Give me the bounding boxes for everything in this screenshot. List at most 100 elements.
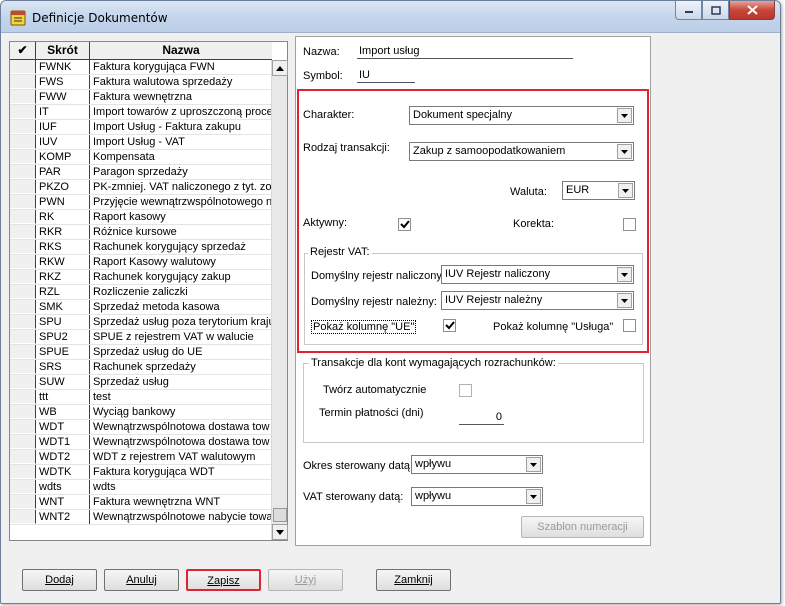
row-check-cell[interactable] bbox=[10, 480, 36, 494]
row-check-cell[interactable] bbox=[10, 90, 36, 104]
row-check-cell[interactable] bbox=[10, 225, 36, 239]
list-item[interactable]: SPU Sprzedaż usług poza terytorium kraju bbox=[10, 315, 272, 330]
list-item[interactable]: WB Wyciąg bankowy bbox=[10, 405, 272, 420]
nazwa-field[interactable]: Import usług bbox=[357, 44, 573, 59]
row-check-cell[interactable] bbox=[10, 240, 36, 254]
row-check-cell[interactable] bbox=[10, 315, 36, 329]
list-item[interactable]: SUW Sprzedaż usług bbox=[10, 375, 272, 390]
header-code[interactable]: Skrót bbox=[36, 42, 90, 59]
zapisz-label: Zapisz bbox=[207, 575, 240, 587]
row-check-cell[interactable] bbox=[10, 330, 36, 344]
row-check-cell[interactable] bbox=[10, 105, 36, 119]
row-check-cell[interactable] bbox=[10, 495, 36, 509]
row-check-cell[interactable] bbox=[10, 300, 36, 314]
list-item[interactable]: SPUE Sprzedaż usług do UE bbox=[10, 345, 272, 360]
row-check-cell[interactable] bbox=[10, 255, 36, 269]
maximize-icon bbox=[710, 5, 721, 15]
header-name[interactable]: Nazwa bbox=[90, 42, 272, 59]
row-check-cell[interactable] bbox=[10, 75, 36, 89]
row-check-cell[interactable] bbox=[10, 345, 36, 359]
list-item[interactable]: IUV Import Usług - VAT bbox=[10, 135, 272, 150]
list-item[interactable]: RK Raport kasowy bbox=[10, 210, 272, 225]
list-item[interactable]: WDT2 WDT z rejestrem VAT walutowym bbox=[10, 450, 272, 465]
row-check-cell[interactable] bbox=[10, 420, 36, 434]
list-item[interactable]: RKS Rachunek korygujący sprzedaż bbox=[10, 240, 272, 255]
okres-select[interactable]: wpływu bbox=[411, 455, 543, 474]
usluga-column-checkbox[interactable] bbox=[623, 319, 636, 332]
row-check-cell[interactable] bbox=[10, 375, 36, 389]
row-check-cell[interactable] bbox=[10, 270, 36, 284]
termin-field[interactable]: 0 bbox=[459, 410, 504, 425]
row-check-cell[interactable] bbox=[10, 210, 36, 224]
row-check-cell[interactable] bbox=[10, 120, 36, 134]
close-button[interactable] bbox=[729, 1, 775, 20]
row-check-cell[interactable] bbox=[10, 195, 36, 209]
szablon-numeracji-button[interactable]: Szablon numeracji bbox=[521, 516, 644, 538]
charakter-select[interactable]: Dokument specjalny bbox=[409, 106, 634, 125]
row-check-cell[interactable] bbox=[10, 390, 36, 404]
row-check-cell[interactable] bbox=[10, 60, 36, 74]
list-item[interactable]: FWNK Faktura korygująca FWN bbox=[10, 60, 272, 75]
row-check-cell[interactable] bbox=[10, 180, 36, 194]
list-item[interactable]: PAR Paragon sprzedaży bbox=[10, 165, 272, 180]
list-item[interactable]: FWS Faktura walutowa sprzedaży bbox=[10, 75, 272, 90]
waluta-select[interactable]: EUR bbox=[562, 181, 635, 200]
list-item[interactable]: wdts wdts bbox=[10, 480, 272, 495]
list-item[interactable]: SPU2 SPUE z rejestrem VAT w walucie bbox=[10, 330, 272, 345]
list-item[interactable]: RZL Rozliczenie zaliczki bbox=[10, 285, 272, 300]
list-item[interactable]: WNT2 Wewnątrzwspólnotowe nabycie towa bbox=[10, 510, 272, 525]
row-check-cell[interactable] bbox=[10, 150, 36, 164]
list-item[interactable]: WDT1 Wewnątrzwspólnotowa dostawa tow bbox=[10, 435, 272, 450]
rodzaj-select[interactable]: Zakup z samoopodatkowaniem bbox=[409, 142, 634, 161]
row-check-cell[interactable] bbox=[10, 465, 36, 479]
row-check-cell[interactable] bbox=[10, 165, 36, 179]
list-item[interactable]: WDTK Faktura korygująca WDT bbox=[10, 465, 272, 480]
uzyj-button[interactable]: Użyj bbox=[268, 569, 343, 591]
list-item[interactable]: RKR Różnice kursowe bbox=[10, 225, 272, 240]
symbol-field[interactable]: IU bbox=[357, 68, 415, 83]
ue-column-checkbox[interactable] bbox=[443, 319, 456, 332]
row-check-cell[interactable] bbox=[10, 435, 36, 449]
row-code: IUF bbox=[36, 120, 90, 134]
row-check-cell[interactable] bbox=[10, 285, 36, 299]
scroll-up-button[interactable] bbox=[272, 60, 288, 76]
list-item[interactable]: KOMP Kompensata bbox=[10, 150, 272, 165]
charakter-value: Dokument specjalny bbox=[413, 109, 513, 121]
list-item[interactable]: RKW Raport Kasowy walutowy bbox=[10, 255, 272, 270]
scroll-thumb[interactable] bbox=[273, 508, 287, 522]
korekta-checkbox[interactable] bbox=[623, 218, 636, 231]
list-scrollbar[interactable] bbox=[271, 60, 288, 540]
aktywny-checkbox[interactable] bbox=[398, 218, 411, 231]
list-item[interactable]: WNT Faktura wewnętrzna WNT bbox=[10, 495, 272, 510]
anuluj-button[interactable]: Anuluj bbox=[104, 569, 179, 591]
nalezny-select[interactable]: IUV Rejestr należny bbox=[441, 291, 634, 310]
row-check-cell[interactable] bbox=[10, 450, 36, 464]
list-item[interactable]: PWN Przyjęcie wewnątrzwspólnotowego n bbox=[10, 195, 272, 210]
header-check[interactable]: ✔ bbox=[10, 42, 36, 59]
list-item[interactable]: IUF Import Usług - Faktura zakupu bbox=[10, 120, 272, 135]
row-check-cell[interactable] bbox=[10, 135, 36, 149]
dodaj-button[interactable]: Dodaj bbox=[22, 569, 97, 591]
naliczony-select[interactable]: IUV Rejestr naliczony bbox=[441, 265, 634, 284]
row-name: Sprzedaż usług poza terytorium kraju bbox=[93, 316, 272, 328]
document-list[interactable]: ✔ Skrót Nazwa FWNK Faktura korygująca FWN… bbox=[9, 41, 288, 541]
tworz-checkbox[interactable] bbox=[459, 384, 472, 397]
list-item[interactable]: RKZ Rachunek korygujący zakup bbox=[10, 270, 272, 285]
list-item[interactable]: PKZO PK-zmniej. VAT naliczonego z tyt. zo… bbox=[10, 180, 272, 195]
maximize-button[interactable] bbox=[702, 1, 729, 20]
scroll-down-button[interactable] bbox=[272, 524, 288, 540]
minimize-button[interactable] bbox=[675, 1, 702, 20]
zamknij-button[interactable]: Zamknij bbox=[376, 569, 451, 591]
list-item[interactable]: SMK Sprzedaż metoda kasowa bbox=[10, 300, 272, 315]
row-check-cell[interactable] bbox=[10, 405, 36, 419]
list-item[interactable]: WDT Wewnątrzwspólnotowa dostawa tow bbox=[10, 420, 272, 435]
list-item[interactable]: IT Import towarów z uproszczoną proce bbox=[10, 105, 272, 120]
row-check-cell[interactable] bbox=[10, 510, 36, 524]
list-item[interactable]: FWW Faktura wewnętrzna bbox=[10, 90, 272, 105]
vat-select[interactable]: wpływu bbox=[411, 487, 543, 506]
zapisz-button[interactable]: Zapisz bbox=[186, 569, 261, 591]
list-item[interactable]: ttt test bbox=[10, 390, 272, 405]
row-check-cell[interactable] bbox=[10, 360, 36, 374]
list-item[interactable]: SRS Rachunek sprzedaży bbox=[10, 360, 272, 375]
row-code: WNT bbox=[36, 495, 90, 509]
